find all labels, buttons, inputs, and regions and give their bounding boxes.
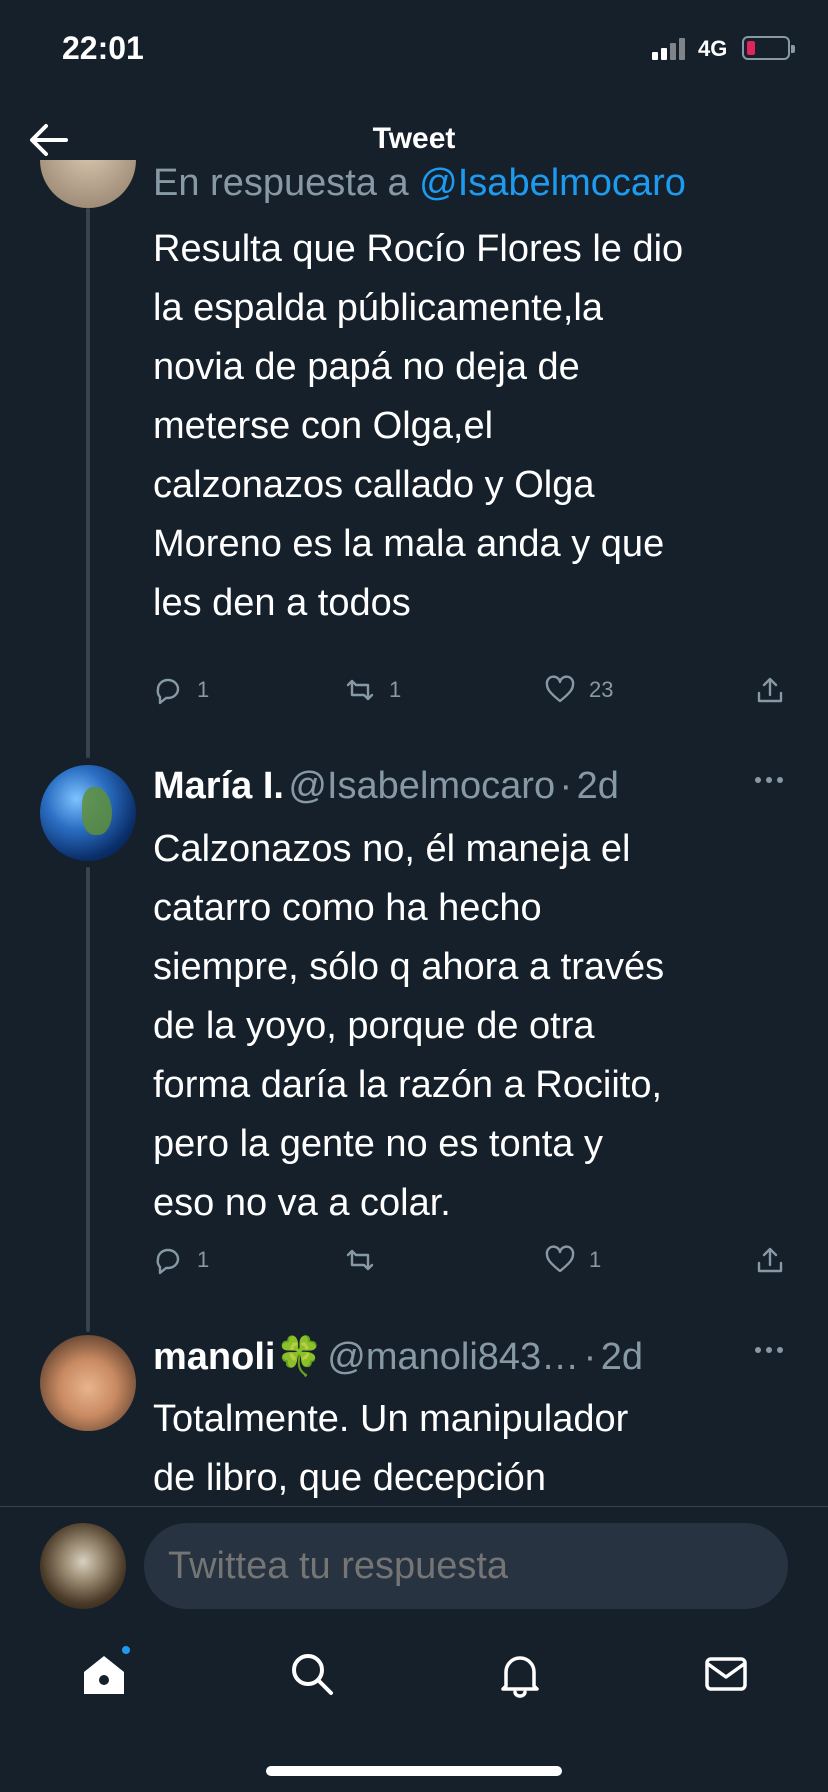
- tweet-text-line: Moreno es la mala anda y que: [153, 523, 665, 565]
- share-button[interactable]: [755, 1245, 785, 1275]
- heart-icon: [545, 1245, 575, 1273]
- home-indicator: [266, 1766, 562, 1776]
- tweet-text-line: Resulta que Rocío Flores le dio: [153, 228, 684, 270]
- reply-handle-link[interactable]: @Isabelmocaro: [419, 162, 686, 204]
- tweet-text-line: Totalmente. Un manipulador: [153, 1398, 629, 1440]
- tweet-text-line: novia de papá no deja de: [153, 346, 580, 388]
- tweet-time: 2d: [600, 1336, 644, 1378]
- signal-icon: [652, 38, 690, 60]
- separator-dot: ·: [583, 1336, 597, 1378]
- tweet-actions: 1 1 23: [153, 675, 793, 715]
- like-button[interactable]: 1: [545, 1245, 601, 1275]
- avatar[interactable]: [40, 765, 136, 861]
- retweet-icon: [346, 679, 374, 701]
- clover-icon: 🍀: [275, 1336, 323, 1378]
- status-time: 22:01: [62, 30, 144, 66]
- reply-prefix: En respuesta a: [153, 162, 420, 204]
- my-avatar[interactable]: [40, 1523, 126, 1609]
- tab-search[interactable]: [288, 1650, 336, 1698]
- thread-line: [86, 867, 90, 1332]
- more-options-icon[interactable]: [755, 1347, 785, 1357]
- tweet-text-line: meterse con Olga,el: [153, 405, 494, 447]
- bell-icon: [501, 1656, 539, 1698]
- reply-button[interactable]: 1: [153, 1245, 209, 1275]
- share-button[interactable]: [755, 675, 785, 705]
- retweet-button[interactable]: [345, 1245, 389, 1275]
- tweet-header: manoli🍀 @manoli843… · 2d: [153, 1335, 793, 1391]
- tweet-text-line: pero la gente no es tonta y: [153, 1123, 603, 1165]
- bottom-tab-bar: [0, 1616, 828, 1792]
- tweet-text: Resulta que Rocío Flores le dio la espal…: [153, 220, 793, 633]
- tweet-actions: 1 1: [153, 1245, 793, 1285]
- like-count: 1: [589, 1247, 602, 1272]
- share-icon: [757, 1247, 783, 1273]
- reply-count: 1: [197, 677, 210, 702]
- network-type: 4G: [698, 36, 728, 61]
- separator-dot: ·: [559, 765, 573, 807]
- tweet-thread: En respuesta a @Isabelmocaro Resulta que…: [0, 160, 828, 1506]
- reply-count: 1: [197, 1247, 210, 1272]
- tab-home[interactable]: [80, 1644, 132, 1698]
- heart-icon: [545, 675, 575, 703]
- tweet-text: Totalmente. Un manipulador de libro, que…: [153, 1390, 793, 1506]
- tweet-time: 2d: [576, 765, 619, 807]
- user-handle[interactable]: @manoli843…: [327, 1336, 579, 1378]
- tab-messages[interactable]: [702, 1650, 750, 1698]
- like-button[interactable]: 23: [545, 675, 613, 705]
- share-icon: [757, 677, 783, 703]
- tweet-text-line: calzonazos callado y Olga: [153, 464, 595, 506]
- battery-icon: [742, 36, 795, 60]
- tweet-text-line: catarro como ha hecho: [153, 887, 542, 929]
- mail-icon: [705, 1657, 747, 1691]
- thread-line: [86, 208, 90, 758]
- tweet-text-line: siempre, sólo q ahora a través: [153, 946, 665, 988]
- display-name[interactable]: manoli: [153, 1336, 275, 1378]
- avatar[interactable]: [40, 1335, 136, 1431]
- avatar[interactable]: [40, 160, 136, 208]
- home-icon: [84, 1656, 124, 1694]
- tweet-text-line: forma daría la razón a Rociito,: [153, 1064, 663, 1106]
- like-count: 23: [589, 677, 614, 702]
- tweet-text-line: Calzonazos no, él maneja el: [153, 828, 631, 870]
- tab-notifications[interactable]: [496, 1650, 544, 1698]
- tweet-text-line: de libro, que decepción: [153, 1457, 546, 1499]
- retweet-icon: [346, 1249, 374, 1271]
- reply-composer: [0, 1506, 828, 1616]
- search-icon: [292, 1654, 333, 1695]
- reply-input[interactable]: [144, 1523, 788, 1609]
- display-name[interactable]: María I.: [153, 765, 284, 807]
- reply-context: En respuesta a @Isabelmocaro: [153, 162, 686, 205]
- notification-dot: [120, 1644, 132, 1656]
- user-handle[interactable]: @Isabelmocaro: [288, 765, 555, 807]
- retweet-count: 1: [389, 677, 402, 702]
- tweet-header: María I. @Isabelmocaro · 2d: [153, 765, 793, 821]
- retweet-button[interactable]: 1: [345, 675, 401, 705]
- reply-icon: [156, 678, 180, 705]
- tweet-text-line: eso no va a colar.: [153, 1182, 451, 1224]
- reply-button[interactable]: 1: [153, 675, 209, 705]
- status-bar: 22:01 4G: [0, 0, 828, 100]
- reply-icon: [156, 1248, 180, 1275]
- more-options-icon[interactable]: [755, 777, 785, 787]
- tweet-text: Calzonazos no, él maneja el catarro como…: [153, 820, 793, 1233]
- tweet-text-line: de la yoyo, porque de otra: [153, 1005, 595, 1047]
- tweet-text-line: les den a todos: [153, 582, 411, 624]
- tweet-text-line: la espalda públicamente,la: [153, 287, 603, 329]
- page-title: Tweet: [372, 122, 456, 155]
